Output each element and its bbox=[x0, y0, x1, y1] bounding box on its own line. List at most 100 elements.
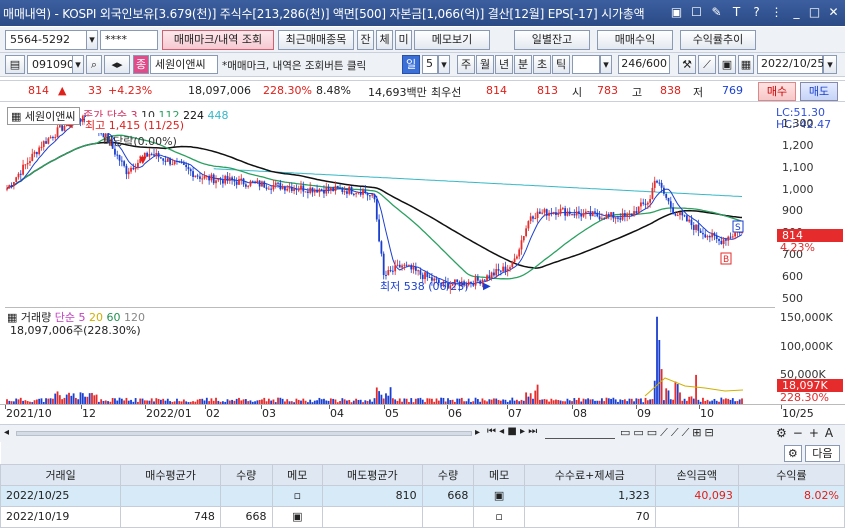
maximize-icon[interactable]: □ bbox=[806, 4, 823, 21]
candle-body bbox=[612, 212, 615, 219]
period-week-button[interactable]: 주 bbox=[457, 55, 475, 74]
tick-input[interactable] bbox=[572, 55, 600, 74]
candle-body bbox=[727, 236, 730, 241]
volume-bar bbox=[695, 374, 697, 404]
period-dropdown-icon[interactable]: ▾ bbox=[438, 55, 450, 74]
period-tick-button[interactable]: 틱 bbox=[552, 55, 570, 74]
drawing-tools[interactable]: ▭▭▭⟋⟋⟋⊞⊟ bbox=[620, 426, 717, 440]
next-button[interactable]: 다음 bbox=[805, 444, 840, 462]
indicator-icon[interactable]: ⟋ bbox=[698, 55, 716, 74]
x-tick-label: 04 bbox=[330, 407, 344, 420]
volume-chart-pane[interactable]: ▦ 거래량 단순 5 20 60 120 18,097,006주(228.30%… bbox=[5, 307, 775, 404]
close-icon[interactable]: ✕ bbox=[825, 4, 842, 21]
candle-body bbox=[626, 214, 629, 216]
memo-icon[interactable]: ▫ bbox=[271, 484, 324, 507]
candle-body bbox=[426, 272, 429, 278]
link-icon[interactable]: ✎ bbox=[708, 4, 725, 21]
candle-body bbox=[614, 217, 617, 219]
period-second-button[interactable]: 초 bbox=[533, 55, 551, 74]
sell-button[interactable]: 매도 bbox=[800, 82, 838, 101]
recent-stocks-button[interactable]: 최근매매종목 bbox=[278, 30, 354, 50]
candle-body bbox=[734, 232, 737, 237]
candle-body bbox=[277, 182, 279, 184]
row-sell-qty bbox=[421, 505, 475, 528]
volume-icon[interactable]: ◂▸ bbox=[104, 55, 130, 74]
quote-bar: 814 ▲ 33 +4.23% 18,097,006 228.30% 8.48%… bbox=[0, 80, 845, 102]
unfilled-button[interactable]: 미 bbox=[395, 30, 412, 50]
memo-view-button[interactable]: 메모보기 bbox=[414, 30, 490, 50]
calendar-icon[interactable]: ▦ bbox=[738, 55, 754, 74]
candle-body bbox=[708, 235, 711, 238]
menu-icon[interactable]: ⋮ bbox=[768, 4, 785, 21]
buy-button[interactable]: 매수 bbox=[758, 82, 796, 101]
account-field[interactable]: 5564-5292 bbox=[5, 30, 87, 50]
candle-body bbox=[621, 213, 624, 220]
sell-marker[interactable]: S bbox=[735, 223, 741, 233]
volume-bar bbox=[84, 396, 86, 404]
window-icon[interactable]: ▣ bbox=[668, 4, 685, 21]
price-chart-pane[interactable]: SB◀▼▶ ▦ 세원이앤씨 종가 단순 3 10 112 224 448 최고 … bbox=[5, 105, 775, 305]
candle-body bbox=[511, 261, 514, 268]
candle-body bbox=[318, 189, 321, 193]
trade-mark-query-button[interactable]: 매매마크/내역 조회 bbox=[162, 30, 274, 50]
candle-body bbox=[488, 275, 491, 279]
x-tick-label: 03 bbox=[262, 407, 276, 420]
scroll-left-icon[interactable]: ◂ bbox=[4, 427, 9, 438]
price-legend[interactable]: ▦ 세원이앤씨 bbox=[7, 107, 80, 125]
candle-body bbox=[205, 175, 208, 177]
zoom-buttons[interactable]: ⚙−+A bbox=[776, 426, 839, 440]
trade-profit-button[interactable]: 매매수익 bbox=[597, 30, 673, 50]
account-dropdown-icon[interactable]: ▾ bbox=[86, 30, 98, 50]
candle-body bbox=[120, 160, 123, 162]
balance-button[interactable]: 잔 bbox=[357, 30, 374, 50]
disk-icon[interactable]: ▣ bbox=[718, 55, 736, 74]
low-label: 저 bbox=[693, 86, 704, 99]
save-icon[interactable]: ☐ bbox=[688, 4, 705, 21]
period-year-button[interactable]: 년 bbox=[495, 55, 513, 74]
font-icon[interactable]: T bbox=[728, 4, 745, 21]
candle-body bbox=[212, 174, 215, 184]
count-field[interactable]: 246/600 bbox=[618, 55, 670, 74]
list-icon[interactable]: ▤ bbox=[5, 55, 25, 74]
volume-bar bbox=[56, 391, 59, 404]
row-rate bbox=[737, 505, 845, 528]
period-day-button[interactable]: 일 bbox=[402, 55, 420, 74]
table-row[interactable]: 2022/10/19 748 668 ▣ ▫ 70 bbox=[0, 505, 845, 528]
candle-body bbox=[479, 280, 482, 284]
period-month-button[interactable]: 월 bbox=[476, 55, 494, 74]
memo-icon[interactable]: ▣ bbox=[271, 505, 324, 528]
scroll-right-icon[interactable]: ▸ bbox=[475, 427, 480, 438]
candle-body bbox=[504, 266, 507, 272]
settings-icon[interactable]: ⚙ bbox=[783, 444, 802, 462]
search-icon[interactable]: ⌕ bbox=[86, 55, 102, 74]
table-row[interactable]: 2022/10/25 ▫ 810 668 ▣ 1,323 40,093 8.02… bbox=[0, 484, 845, 507]
date-field[interactable]: 2022/10/25 bbox=[757, 55, 824, 74]
password-field[interactable]: **** bbox=[100, 30, 158, 50]
filled-button[interactable]: 체 bbox=[376, 30, 393, 50]
tools-icon[interactable]: ⚒ bbox=[678, 55, 696, 74]
date-dropdown-icon[interactable]: ▾ bbox=[823, 55, 837, 74]
stock-code-field[interactable]: 091090 bbox=[27, 55, 74, 74]
candle-body bbox=[208, 175, 211, 181]
zoom-slider[interactable] bbox=[545, 429, 615, 439]
profit-trend-button[interactable]: 수익률추이 bbox=[680, 30, 756, 50]
chart-scroll-bar[interactable]: ◂ ▸ ⏮ ◂ ■ ▸ ⏭ ▭▭▭⟋⟋⟋⊞⊟ ⚙−+A bbox=[0, 424, 845, 442]
stock-name-field[interactable]: 세원이앤씨 bbox=[150, 55, 218, 74]
period-minute-button[interactable]: 분 bbox=[514, 55, 532, 74]
code-dropdown-icon[interactable]: ▾ bbox=[72, 55, 84, 74]
tick-dropdown-icon[interactable]: ▾ bbox=[600, 55, 612, 74]
period-n-field[interactable]: 5 bbox=[422, 55, 438, 74]
minimize-icon[interactable]: _ bbox=[788, 4, 805, 21]
memo-icon[interactable]: ▣ bbox=[473, 484, 525, 507]
price-change: 33 bbox=[88, 84, 102, 97]
playback-controls[interactable]: ⏮ ◂ ■ ▸ ⏭ bbox=[487, 426, 537, 437]
row-sell-avg: 810 bbox=[322, 484, 423, 507]
help-icon[interactable]: ? bbox=[748, 4, 765, 21]
candle-body bbox=[238, 179, 240, 185]
candle-body bbox=[316, 189, 318, 193]
daily-balance-button[interactable]: 일별잔고 bbox=[514, 30, 590, 50]
scroll-track[interactable] bbox=[16, 431, 472, 436]
buy-marker[interactable]: B bbox=[723, 255, 729, 265]
candle-body bbox=[343, 191, 346, 193]
memo-icon[interactable]: ▫ bbox=[473, 505, 525, 528]
